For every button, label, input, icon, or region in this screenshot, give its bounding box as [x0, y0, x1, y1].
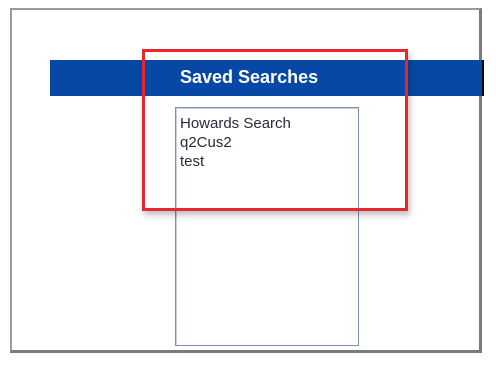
saved-search-item-howards-search[interactable]: Howards Search — [180, 114, 354, 133]
saved-search-item-q2cus2[interactable]: q2Cus2 — [180, 133, 354, 152]
saved-searches-title: Saved Searches — [180, 67, 319, 87]
saved-search-item-test[interactable]: test — [180, 152, 354, 171]
saved-searches-listbox[interactable]: Howards Search q2Cus2 test — [175, 107, 359, 346]
